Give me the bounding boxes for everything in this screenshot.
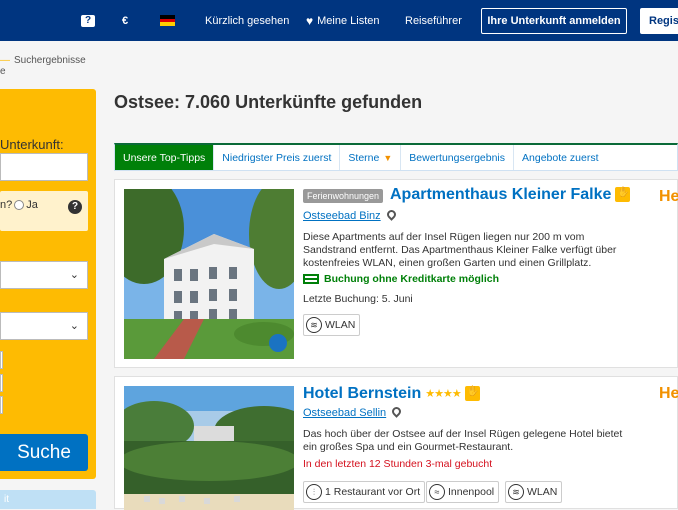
property-type-badge: Ferienwohnungen (303, 189, 384, 203)
recently-viewed-label: Kürzlich gesehen (205, 14, 290, 27)
currency-symbol: € (122, 14, 129, 27)
description-line: Sandstrand entfernt. Das Apartmenthaus K… (303, 244, 617, 256)
property-photo[interactable] (124, 189, 294, 359)
work-trip-text: n? (0, 199, 13, 211)
facility-label: WLAN (325, 319, 356, 331)
property-description: Diese Apartments auf der Insel Rügen lie… (303, 231, 616, 270)
chevron-down-icon: ⌄ (69, 320, 79, 332)
breadcrumb-separator: — (0, 55, 10, 66)
german-flag-icon (160, 15, 175, 27)
description-line: ein großes Spa und ein Gourmet-Restauran… (303, 441, 514, 453)
description-line: Diese Apartments auf der Insel Rügen lie… (303, 231, 585, 243)
booking-urgency: In den letzten 12 Stunden 3-mal gebucht (303, 458, 493, 470)
destination-input[interactable] (0, 153, 88, 181)
facility-badge: ⫶ 1 Restaurant vor Ort (303, 481, 426, 503)
currency-button[interactable]: € (122, 0, 128, 41)
search-button[interactable]: Suche (0, 434, 88, 471)
children-select[interactable]: ⌄ (0, 312, 88, 340)
price-header: He (659, 188, 678, 205)
filter-checkbox-3[interactable] (0, 396, 3, 414)
radio-yes-label: Ja (26, 199, 38, 211)
guide-link[interactable]: Reiseführer (405, 0, 462, 41)
result-card: Hotel Bernstein★★★★ Ostseebad Sellin Das… (114, 376, 678, 510)
breadcrumb-item-cont[interactable]: e (0, 66, 6, 77)
filter-checkbox-1[interactable] (0, 351, 3, 369)
tab-rating[interactable]: Bewertungsergebnis (401, 145, 515, 170)
property-location[interactable]: Ostseebad Binz (303, 210, 381, 222)
tab-label: Bewertungsergebnis (409, 151, 506, 164)
star-rating: ★★★★ (425, 388, 461, 401)
caret-down-icon: ▼ (383, 152, 393, 163)
search-sidebar: Unterkunft: n? Ja ? ⌄ ⌄ Suche (0, 89, 96, 479)
map-box[interactable]: it (0, 490, 96, 509)
price-header: He (659, 385, 678, 402)
credit-card-icon (303, 274, 319, 284)
my-lists-link[interactable]: ♥ Meine Listen (306, 0, 380, 41)
top-navigation-bar: ? € Kürzlich gesehen ♥ Meine Listen Reis… (0, 0, 678, 41)
result-card: Ferienwohnungen Apartmenthaus Kleiner Fa… (114, 179, 678, 368)
tab-top-tips[interactable]: Unsere Top-Tipps (115, 145, 215, 170)
guide-label: Reiseführer (405, 14, 462, 27)
facility-label: 1 Restaurant vor Ort (325, 486, 421, 498)
adults-select[interactable]: ⌄ (0, 261, 88, 289)
tab-label: Unsere Top-Tipps (123, 151, 206, 164)
map-box-label: it (4, 494, 9, 505)
tab-label: Sterne (348, 151, 380, 164)
breadcrumb: — Suchergebnisse (0, 55, 86, 66)
tab-label: Niedrigster Preis zuerst (222, 151, 332, 164)
help-icon[interactable]: ? (68, 200, 82, 214)
facility-badge: ≋ WLAN (505, 481, 563, 503)
property-photo[interactable] (124, 386, 294, 510)
help-button[interactable]: ? (81, 0, 95, 41)
filter-checkbox-2[interactable] (0, 374, 3, 392)
thumbs-up-icon (615, 187, 631, 203)
no-credit-card-note: Buchung ohne Kreditkarte möglich (303, 273, 499, 285)
radio-yes[interactable] (14, 200, 25, 211)
destination-label: Unterkunft: (0, 137, 64, 152)
tab-lowest-price[interactable]: Niedrigster Preis zuerst (214, 145, 341, 170)
search-button-label: Suche (17, 441, 71, 463)
last-booking: Letzte Buchung: 5. Juni (303, 293, 413, 305)
register-button[interactable]: Regist (640, 8, 678, 34)
restaurant-icon: ⫶ (306, 484, 322, 500)
property-title-text: Hotel Bernstein (303, 385, 422, 402)
question-icon: ? (81, 14, 95, 27)
property-location[interactable]: Ostseebad Sellin (303, 407, 386, 419)
my-lists-label: Meine Listen (317, 14, 380, 27)
tab-label: Angebote zuerst (522, 151, 599, 164)
results-heading: Ostsee: 7.060 Unterkünfte gefunden (114, 92, 423, 112)
property-description: Das hoch über der Ostsee auf der Insel R… (303, 428, 622, 454)
work-trip-question: n? Ja (0, 199, 38, 211)
pool-icon: ≈ (429, 484, 445, 500)
tab-stars[interactable]: Sterne ▼ (340, 145, 402, 170)
chevron-down-icon: ⌄ (69, 269, 79, 281)
facility-badge: ≈ Innenpool (426, 481, 500, 503)
facility-label: Innenpool (448, 486, 495, 498)
property-title-text: Apartmenthaus Kleiner Falke (390, 186, 612, 203)
register-label: Regist (649, 15, 678, 27)
thumbs-up-icon (464, 386, 480, 402)
no-credit-card-label: Buchung ohne Kreditkarte möglich (324, 273, 500, 285)
sort-tabs: Unsere Top-Tipps Niedrigster Preis zuers… (114, 143, 678, 171)
map-pin-icon[interactable] (385, 208, 398, 221)
heart-icon: ♥ (306, 13, 314, 28)
breadcrumb-item[interactable]: Suchergebnisse (14, 55, 86, 66)
wifi-icon: ≋ (508, 484, 524, 500)
property-title[interactable]: Hotel Bernstein ★★★★ (303, 385, 480, 403)
language-button[interactable] (160, 0, 175, 41)
description-line: Das hoch über der Ostsee auf der Insel R… (303, 428, 623, 440)
register-property-label: Ihre Unterkunft anmelden (487, 15, 621, 27)
register-property-button[interactable]: Ihre Unterkunft anmelden (481, 8, 627, 34)
property-title[interactable]: Apartmenthaus Kleiner Falke (390, 186, 631, 204)
wifi-icon: ≋ (306, 317, 322, 333)
tab-deals[interactable]: Angebote zuerst (514, 145, 606, 170)
map-pin-icon[interactable] (390, 405, 403, 418)
description-line: kostenfreies WLAN, einen großen Garten u… (303, 257, 592, 269)
facility-label: WLAN (527, 486, 558, 498)
facility-badge: ≋ WLAN (303, 314, 361, 336)
recently-viewed-link[interactable]: Kürzlich gesehen (205, 0, 289, 41)
